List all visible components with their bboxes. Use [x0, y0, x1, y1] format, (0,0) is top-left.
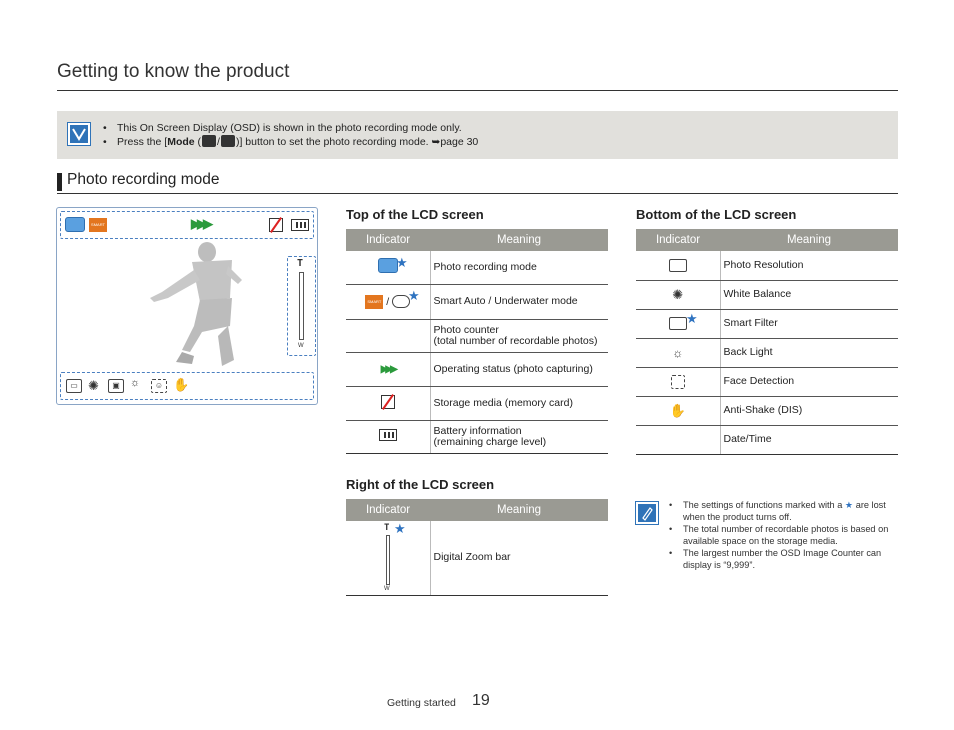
col-meaning: Meaning — [430, 229, 608, 251]
table-row: Battery information (remaining charge lev… — [346, 420, 608, 454]
star-icon: ★ — [408, 287, 420, 303]
page-number: 19 — [472, 692, 490, 709]
digital-zoom-bar — [299, 272, 304, 340]
table-row: Storage media (memory card) — [346, 386, 608, 421]
table-row: Face Detection — [636, 367, 898, 397]
anti-shake-icon: ✋ — [669, 402, 686, 418]
white-balance-icon: ✺ — [88, 378, 99, 393]
note-item: The largest number the OSD Image Counter… — [669, 547, 894, 571]
table-row: ✺ White Balance — [636, 280, 898, 310]
section-divider — [57, 193, 898, 194]
note-box: This On Screen Display (OSD) is shown in… — [57, 111, 898, 159]
star-icon: ★ — [396, 255, 408, 270]
face-detection-icon: ☺ — [151, 379, 167, 393]
top-indicator-table: Indicator Meaning ★ Photo recording mode… — [346, 229, 608, 454]
table-row: ★ Smart Filter — [636, 309, 898, 339]
video-mode-icon — [202, 135, 217, 147]
note-pencil-icon — [635, 501, 659, 525]
star-icon: ★ — [686, 310, 698, 326]
bottom-table-heading: Bottom of the LCD screen — [636, 207, 797, 222]
table-row: ▶▶▶ Operating status (photo capturing) — [346, 352, 608, 387]
storage-media-icon — [269, 218, 283, 232]
back-light-icon: ☼ — [672, 345, 684, 360]
photo-resolution-icon: ▭ — [66, 379, 82, 393]
lcd-illustration: SMART ▶▶▶ T W ▭ ✺ ▣ ☼ ☺ ✋ — [56, 207, 318, 405]
lcd-bottom-area: ▭ ✺ ▣ ☼ ☺ ✋ — [60, 372, 314, 400]
lcd-right-area: T W — [287, 256, 316, 356]
star-icon: ★ — [394, 521, 406, 536]
col-indicator: Indicator — [346, 499, 430, 521]
title-divider — [57, 90, 898, 91]
table-row: Photo Resolution — [636, 251, 898, 281]
photo-resolution-icon — [668, 258, 687, 272]
table-row: ✋ Anti-Shake (DIS) — [636, 396, 898, 426]
battery-icon — [378, 429, 397, 441]
right-indicator-table: Indicator Meaning T W ★ Digital Zoom bar — [346, 499, 608, 596]
subject-silhouette — [150, 242, 242, 366]
photo-mode-icon — [220, 135, 235, 147]
top-table-heading: Top of the LCD screen — [346, 207, 484, 222]
star-icon: ★ — [844, 500, 854, 510]
page-title: Getting to know the product — [57, 61, 290, 82]
info-note-list: The settings of functions marked with a … — [669, 499, 894, 571]
note-list: This On Screen Display (OSD) is shown in… — [103, 121, 478, 149]
operating-status-icon: ▶▶▶ — [191, 216, 213, 231]
face-detection-icon — [670, 374, 685, 389]
anti-shake-icon: ✋ — [173, 377, 190, 392]
bottom-indicator-table: Indicator Meaning Photo Resolution ✺ Whi… — [636, 229, 898, 455]
right-table-heading: Right of the LCD screen — [346, 477, 495, 492]
photo-mode-icon — [65, 217, 85, 232]
zoom-tele-label: T — [297, 258, 304, 269]
note-check-icon — [67, 122, 91, 146]
note-item: The total number of recordable photos is… — [669, 523, 894, 547]
lcd-top-area: SMART ▶▶▶ — [60, 211, 314, 239]
table-row: SMART / ★ Smart Auto / Underwater mode — [346, 284, 608, 320]
col-meaning: Meaning — [430, 499, 608, 521]
note-item: The settings of functions marked with a … — [669, 499, 894, 523]
operating-status-icon: ▶▶▶ — [380, 364, 398, 375]
col-meaning: Meaning — [720, 229, 898, 251]
col-indicator: Indicator — [346, 229, 430, 251]
table-row: ★ Photo recording mode — [346, 251, 608, 285]
photo-mode-icon — [377, 258, 398, 274]
white-balance-icon: ✺ — [672, 286, 684, 302]
zoom-wide-label: W — [298, 343, 304, 349]
table-row: Date/Time — [636, 425, 898, 455]
smart-filter-icon: ▣ — [108, 379, 124, 393]
table-row: Photo counter (total number of recordable… — [346, 319, 608, 353]
footer-section-label: Getting started — [387, 697, 456, 709]
section-title: Photo recording mode — [67, 171, 220, 188]
table-row: T W ★ Digital Zoom bar — [346, 521, 608, 596]
table-row: ☼ Back Light — [636, 338, 898, 368]
battery-icon — [291, 219, 309, 231]
smart-auto-icon: SMART — [89, 218, 107, 232]
note-item: Press the [Mode (/)] button to set the p… — [103, 135, 478, 149]
back-light-icon: ☼ — [130, 377, 141, 389]
storage-media-icon — [380, 394, 395, 409]
smart-filter-icon — [668, 317, 687, 330]
smart-auto-icon: SMART — [365, 294, 384, 309]
note-item: This On Screen Display (OSD) is shown in… — [103, 121, 478, 135]
section-marker — [57, 173, 62, 191]
col-indicator: Indicator — [636, 229, 720, 251]
